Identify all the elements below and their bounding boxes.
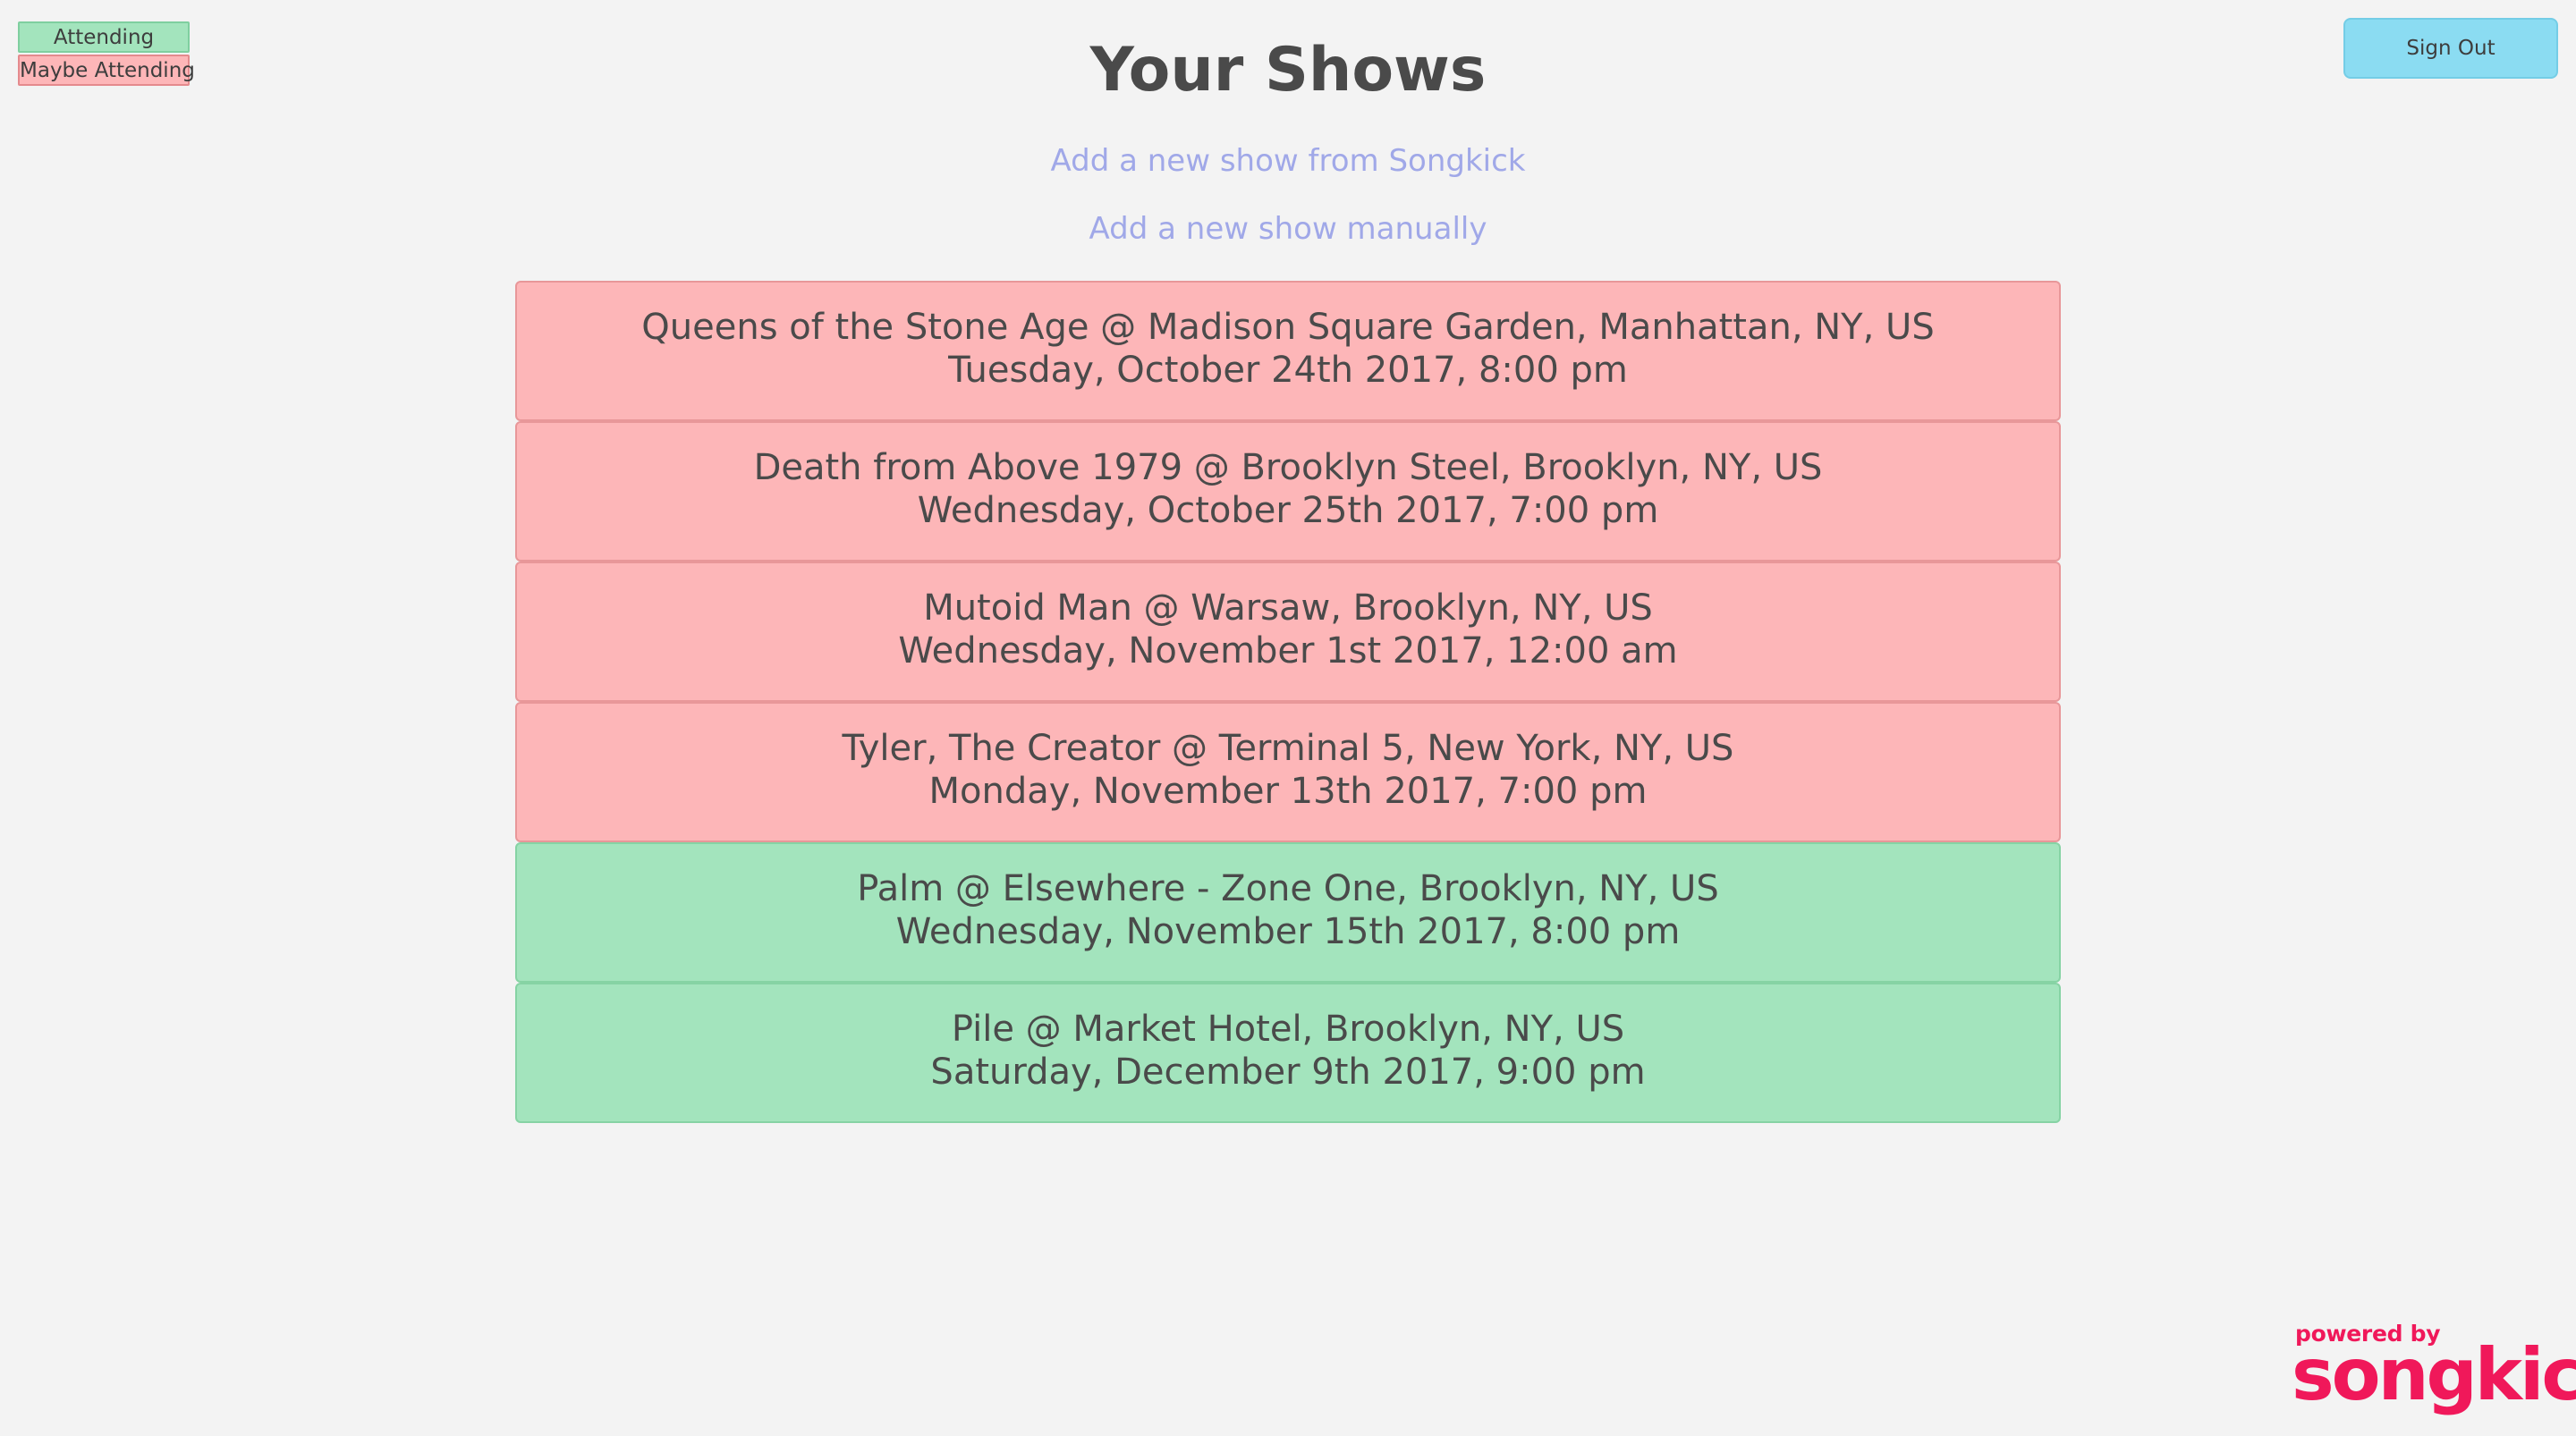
show-date: Wednesday, November 15th 2017, 8:00 pm	[895, 911, 1681, 952]
show-title: Tyler, The Creator @ Terminal 5, New Yor…	[842, 728, 1734, 769]
show-title: Pile @ Market Hotel, Brooklyn, NY, US	[951, 1009, 1625, 1050]
show-card[interactable]: Mutoid Man @ Warsaw, Brooklyn, NY, US We…	[515, 562, 2061, 702]
show-card[interactable]: Pile @ Market Hotel, Brooklyn, NY, US Sa…	[515, 983, 2061, 1123]
show-date: Tuesday, October 24th 2017, 8:00 pm	[948, 350, 1628, 391]
add-show-manual-row: Add a new show manually	[0, 209, 2576, 249]
show-card[interactable]: Tyler, The Creator @ Terminal 5, New Yor…	[515, 702, 2061, 842]
add-show-from-songkick-link[interactable]: Add a new show from Songkick	[1050, 143, 1525, 179]
show-card[interactable]: Death from Above 1979 @ Brooklyn Steel, …	[515, 421, 2061, 562]
show-title: Queens of the Stone Age @ Madison Square…	[641, 307, 1935, 348]
show-title: Death from Above 1979 @ Brooklyn Steel, …	[753, 447, 1823, 488]
powered-by-songkick-logo[interactable]: powered by songkick	[2292, 1322, 2576, 1416]
show-card[interactable]: Queens of the Stone Age @ Madison Square…	[515, 281, 2061, 421]
show-date: Wednesday, November 1st 2017, 12:00 am	[898, 630, 1678, 672]
add-show-songkick-row: Add a new show from Songkick	[0, 141, 2576, 181]
show-list: Queens of the Stone Age @ Madison Square…	[515, 281, 2061, 1123]
songkick-wordmark: songkick	[2292, 1333, 2576, 1416]
show-card[interactable]: Palm @ Elsewhere - Zone One, Brooklyn, N…	[515, 842, 2061, 983]
page-title: Your Shows	[1089, 35, 1487, 106]
show-title: Palm @ Elsewhere - Zone One, Brooklyn, N…	[857, 868, 1719, 909]
show-date: Wednesday, October 25th 2017, 7:00 pm	[917, 490, 1659, 531]
show-title: Mutoid Man @ Warsaw, Brooklyn, NY, US	[923, 587, 1653, 629]
add-show-manually-link[interactable]: Add a new show manually	[1089, 211, 1487, 247]
show-date: Monday, November 13th 2017, 7:00 pm	[928, 771, 1648, 812]
show-date: Saturday, December 9th 2017, 9:00 pm	[930, 1052, 1646, 1093]
